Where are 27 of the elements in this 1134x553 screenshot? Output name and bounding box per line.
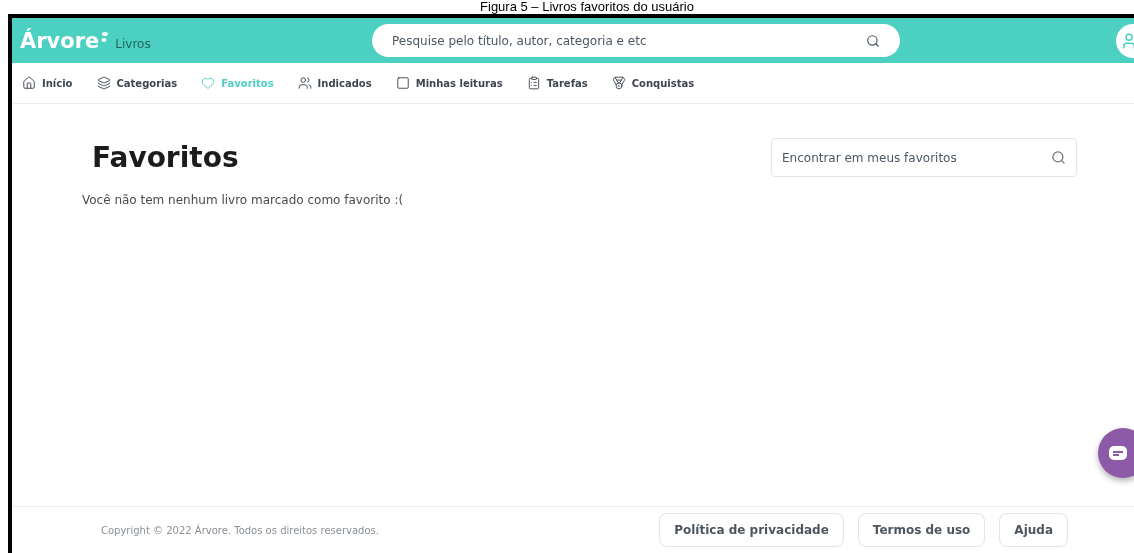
- footer-link-button[interactable]: Política de privacidade: [659, 513, 844, 547]
- nav-tab[interactable]: Tarefas: [522, 76, 592, 90]
- nav-tab[interactable]: Indicados: [293, 76, 376, 90]
- clipboard-icon: [526, 76, 541, 90]
- chat-button[interactable]: [1098, 428, 1134, 478]
- medal-icon: [611, 76, 626, 90]
- search-icon[interactable]: [1051, 150, 1066, 165]
- copyright-text: Copyright © 2022 Árvore. Todos os direitos reservados.: [101, 524, 379, 536]
- figure-caption: Figura 5 – Livros favoritos do usuário: [479, 0, 695, 14]
- nav-tab[interactable]: Categorias: [92, 76, 182, 90]
- empty-message: Você não tem nenhum livro marcado como favorito :(: [82, 193, 405, 207]
- home-icon: [22, 76, 36, 90]
- nav-tab[interactable]: Conquistas: [607, 76, 699, 90]
- search-icon[interactable]: [866, 33, 880, 48]
- search-field[interactable]: Encontrar em meus favoritos: [771, 138, 1077, 177]
- people-icon: [297, 76, 312, 90]
- footer-link-button[interactable]: Termos de uso: [857, 513, 986, 547]
- user-icon: [1120, 32, 1134, 50]
- layers-icon: [96, 76, 111, 90]
- search-field[interactable]: Pesquise pelo título, autor, categoria e etc: [372, 24, 900, 57]
- chat-icon: [1109, 446, 1127, 460]
- footer-link-button[interactable]: Ajuda: [999, 513, 1068, 547]
- nav-tab[interactable]: Minhas leituras: [391, 76, 507, 90]
- logo-subtitle: Livros: [115, 36, 151, 51]
- nav-tab[interactable]: Início: [18, 76, 77, 90]
- page-title: Favoritos: [92, 141, 239, 174]
- heart-icon: [201, 76, 216, 90]
